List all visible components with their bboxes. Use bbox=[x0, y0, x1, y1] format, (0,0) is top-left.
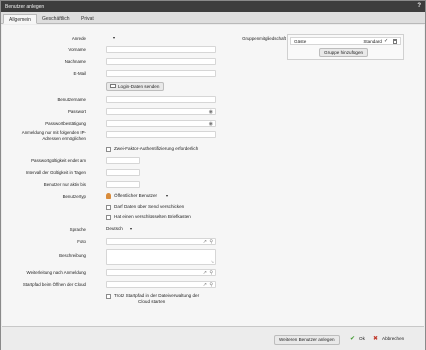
twofactor-label: Zwei-Faktor-Authentifizierung erforderli… bbox=[114, 146, 199, 151]
firstname-input[interactable] bbox=[106, 46, 216, 53]
group-standard-label: Standard bbox=[363, 39, 382, 44]
password-input[interactable]: ◉ bbox=[106, 108, 216, 115]
checkmark-icon: ✔ bbox=[350, 336, 356, 342]
language-label: Sprache bbox=[69, 227, 86, 232]
language-value: Deutsch bbox=[106, 226, 123, 231]
eye-icon[interactable]: ◉ bbox=[209, 109, 213, 115]
pw-expiry-label: Passwortgültigkeit endet am bbox=[31, 158, 86, 163]
groups-label: Gruppenmitgliedschaft bbox=[242, 36, 286, 41]
usertype-select[interactable]: Öffentlicher Benutzer ▾ bbox=[106, 192, 176, 200]
encrypted-mailbox-checkbox[interactable] bbox=[106, 215, 111, 220]
active-until-label: Benutzer nur aktiv bis bbox=[43, 182, 86, 187]
description-textarea[interactable]: ↘ bbox=[106, 249, 216, 265]
cancel-button[interactable]: ✖ Abbrechen bbox=[371, 335, 408, 345]
help-icon[interactable]: ? bbox=[417, 3, 421, 9]
cursor-icon[interactable]: ↗ bbox=[203, 270, 207, 276]
cancel-button-label: Abbrechen bbox=[382, 336, 405, 341]
lastname-label: Nachname bbox=[64, 59, 86, 64]
email-label: E-Mail bbox=[73, 71, 86, 76]
send-login-button[interactable]: Login-Daten senden bbox=[106, 82, 165, 91]
send-data-label: Darf Daten über Send verschicken bbox=[114, 204, 185, 209]
groups-box: Gäste Standard ✓ Gruppe hinzufügen bbox=[287, 34, 404, 60]
send-data-checkbox[interactable] bbox=[106, 205, 111, 210]
salutation-select[interactable]: ▾ bbox=[106, 34, 124, 42]
add-another-user-button[interactable]: Weiteren Benutzer anlegen bbox=[274, 335, 340, 345]
chevron-down-icon: ▾ bbox=[130, 226, 133, 231]
search-icon[interactable]: ⚲ bbox=[209, 239, 213, 245]
email-input[interactable] bbox=[106, 70, 216, 77]
usertype-label: Benutzertyp bbox=[62, 194, 86, 199]
envelope-icon bbox=[110, 84, 116, 88]
chevron-down-icon: ▾ bbox=[166, 193, 169, 198]
password-confirm-label: Passwortbestätigung bbox=[45, 121, 86, 126]
group-standard-checkbox[interactable]: ✓ bbox=[384, 38, 389, 44]
tab-privat[interactable]: Privat bbox=[76, 14, 99, 24]
redirect-input[interactable]: ↗ ⚲ bbox=[106, 269, 216, 276]
encrypted-mailbox-label: Hat einen verschlüsselten Briefkasten bbox=[114, 214, 191, 219]
ip-restriction-label-line2: Adressen ermöglichen bbox=[42, 136, 86, 141]
eye-icon[interactable]: ◉ bbox=[209, 121, 213, 127]
firstname-label: Vorname bbox=[68, 47, 86, 52]
close-icon: ✖ bbox=[373, 336, 379, 342]
form-content: Anrede ▾ Vorname Nachname E-Mail Login-D… bbox=[2, 25, 424, 327]
pw-expiry-input[interactable] bbox=[106, 157, 140, 164]
dialog-footer: Weiteren Benutzer anlegen ✔ Ok ✖ Abbrech… bbox=[1, 328, 425, 350]
search-icon[interactable]: ⚲ bbox=[209, 282, 213, 288]
photo-input[interactable]: ↗ ⚲ bbox=[106, 238, 216, 245]
user-icon bbox=[106, 193, 111, 199]
dialog-window: Benutzer anlegen ? Allgemein Geschäftlic… bbox=[0, 0, 426, 350]
ip-restriction-input[interactable] bbox=[106, 131, 216, 138]
active-until-input[interactable] bbox=[106, 181, 140, 188]
tab-bar: Allgemein Geschäftlich Privat bbox=[1, 12, 425, 24]
ip-restriction-label-line1: Anmeldung nur mit folgenden IP- bbox=[21, 130, 86, 135]
chevron-down-icon: ▾ bbox=[113, 35, 116, 40]
salutation-label: Anrede bbox=[71, 36, 86, 41]
language-select[interactable]: Deutsch ▾ bbox=[106, 225, 140, 233]
username-input[interactable] bbox=[106, 96, 216, 103]
startpath-checkbox[interactable] bbox=[106, 294, 111, 299]
dialog-title: Benutzer anlegen bbox=[5, 4, 45, 10]
trash-icon[interactable] bbox=[393, 39, 397, 44]
description-label: Beschreibung bbox=[59, 253, 86, 258]
lastname-input[interactable] bbox=[106, 58, 216, 65]
startpath-input[interactable]: ↗ ⚲ bbox=[106, 281, 216, 288]
resize-handle-icon[interactable]: ↘ bbox=[211, 259, 214, 264]
startpath-label: Startpfad beim Öffnen der Cloud bbox=[22, 282, 86, 287]
tab-allgemein[interactable]: Allgemein bbox=[3, 14, 37, 24]
title-bar: Benutzer anlegen ? bbox=[1, 1, 425, 12]
photo-label: Foto bbox=[77, 239, 86, 244]
password-confirm-input[interactable]: ◉ bbox=[106, 120, 216, 127]
add-group-button[interactable]: Gruppe hinzufügen bbox=[319, 48, 369, 57]
group-row: Gäste Standard ✓ bbox=[290, 37, 401, 45]
validity-interval-input[interactable] bbox=[106, 169, 140, 176]
tab-geschaeftlich[interactable]: Geschäftlich bbox=[37, 14, 75, 24]
validity-interval-label: Intervall der Gültigkeit in Tagen bbox=[25, 170, 86, 175]
ok-button[interactable]: ✔ Ok bbox=[348, 335, 369, 345]
cursor-icon[interactable]: ↗ bbox=[203, 282, 207, 288]
password-label: Passwort bbox=[67, 109, 86, 114]
group-name: Gäste bbox=[294, 39, 307, 44]
ok-button-label: Ok bbox=[359, 336, 365, 341]
twofactor-checkbox[interactable] bbox=[106, 147, 111, 152]
search-icon[interactable]: ⚲ bbox=[209, 270, 213, 276]
username-label: Benutzername bbox=[57, 97, 86, 102]
cursor-icon[interactable]: ↗ bbox=[203, 239, 207, 245]
startpath-check-label-line2: Cloud starten bbox=[138, 299, 166, 304]
send-login-button-label: Login-Daten senden bbox=[118, 84, 160, 89]
redirect-label: Weiterleitung nach Anmeldung bbox=[26, 270, 86, 275]
usertype-value: Öffentlicher Benutzer bbox=[114, 193, 158, 198]
